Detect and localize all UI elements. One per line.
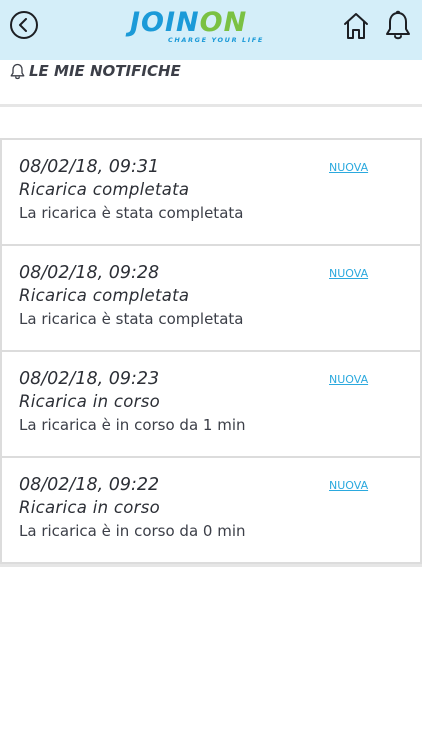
bell-icon (10, 63, 25, 79)
divider (0, 104, 422, 107)
notifications-button[interactable] (384, 10, 412, 42)
back-button[interactable] (10, 11, 38, 39)
notification-item[interactable]: 08/02/18, 09:31 Ricarica completata La r… (2, 140, 420, 246)
notification-description: La ricarica è stata completata (19, 204, 244, 222)
bell-icon (386, 10, 410, 40)
joinon-logo: JOINON CHARGE YOUR LIFE (130, 8, 292, 45)
logo-on: ON (199, 7, 248, 38)
notification-date: 08/02/18, 09:23 (19, 369, 160, 389)
notification-list: 08/02/18, 09:31 Ricarica completata La r… (0, 138, 422, 564)
home-icon (344, 13, 368, 39)
logo-wordmark: JOINON (130, 8, 247, 38)
divider (0, 564, 422, 567)
back-icon (19, 18, 27, 32)
notification-description: La ricarica è stata completata (19, 310, 244, 328)
notification-description: La ricarica è in corso da 1 min (19, 416, 246, 434)
logo-tagline: CHARGE YOUR LIFE (168, 36, 264, 44)
notification-title: Ricarica in corso (19, 392, 161, 411)
notification-title: Ricarica completata (19, 180, 190, 199)
new-badge-link[interactable]: NUOVA (329, 373, 368, 386)
notification-description: La ricarica è in corso da 0 min (19, 522, 246, 540)
logo-join: JOIN (130, 7, 200, 38)
notification-item[interactable]: 08/02/18, 09:28 Ricarica completata La r… (2, 246, 420, 352)
new-badge-link[interactable]: NUOVA (329, 161, 368, 174)
notification-date: 08/02/18, 09:22 (19, 475, 160, 495)
app-header: JOINON CHARGE YOUR LIFE (0, 0, 422, 60)
notification-date: 08/02/18, 09:28 (19, 263, 160, 283)
home-button[interactable] (342, 11, 370, 41)
notification-title: Ricarica completata (19, 286, 190, 305)
notification-date: 08/02/18, 09:31 (19, 157, 160, 177)
new-badge-link[interactable]: NUOVA (329, 479, 368, 492)
page-title-text: LE MIE NOTIFICHE (29, 62, 181, 80)
notification-item[interactable]: 08/02/18, 09:23 Ricarica in corso La ric… (2, 352, 420, 458)
notification-title: Ricarica in corso (19, 498, 161, 517)
notification-item[interactable]: 08/02/18, 09:22 Ricarica in corso La ric… (2, 458, 420, 564)
page-title: LE MIE NOTIFICHE (10, 60, 181, 82)
new-badge-link[interactable]: NUOVA (329, 267, 368, 280)
